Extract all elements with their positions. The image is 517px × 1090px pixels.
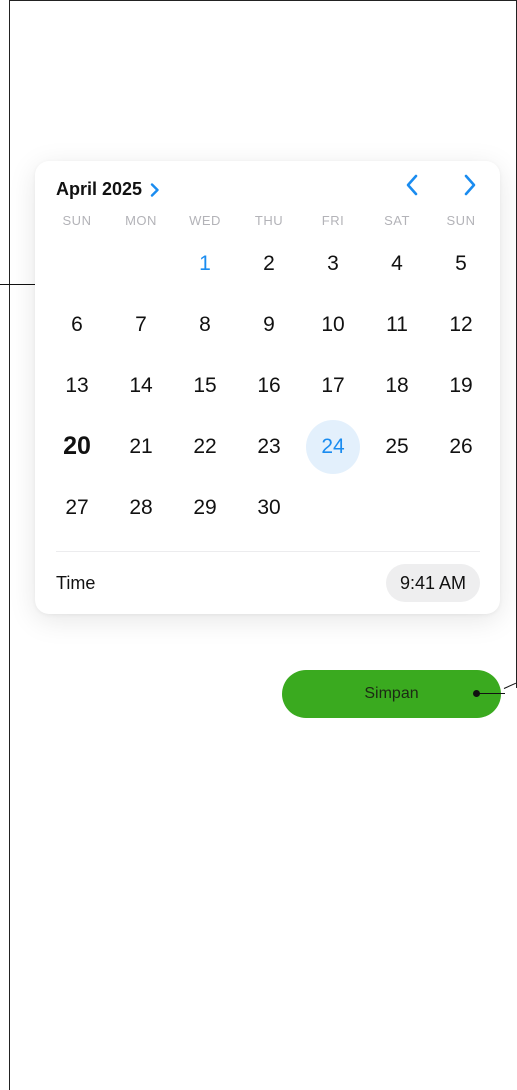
day-number: 4 <box>391 251 403 275</box>
day-cell-19[interactable]: 19 <box>429 355 493 416</box>
day-cell-9[interactable]: 9 <box>237 294 301 355</box>
weekday-label: SUN <box>62 213 92 228</box>
prev-month-button[interactable] <box>398 173 426 201</box>
day-number: 11 <box>386 312 408 336</box>
day-cell-21[interactable]: 21 <box>109 416 173 477</box>
day-number: 25 <box>385 434 409 458</box>
empty-day-cell <box>301 477 365 538</box>
day-number: 29 <box>193 495 217 519</box>
day-number: 9 <box>263 312 275 336</box>
annotation-line-right <box>476 693 505 694</box>
day-cell-29[interactable]: 29 <box>173 477 237 538</box>
day-cell-11[interactable]: 11 <box>365 294 429 355</box>
weekday-header-row: SUN MON WED THU FRI SAT SUN <box>45 213 493 228</box>
day-number: 5 <box>455 251 467 275</box>
day-number: 28 <box>129 495 153 519</box>
day-cell-24[interactable]: 24 <box>301 416 365 477</box>
month-navigation <box>398 173 484 201</box>
device-frame-left-edge <box>9 0 10 1090</box>
day-cell-2[interactable]: 2 <box>237 233 301 294</box>
weekday-label: THU <box>254 213 284 228</box>
day-number: 14 <box>129 373 153 397</box>
weekday-label: WED <box>189 213 221 228</box>
day-number: 2 <box>263 251 275 275</box>
day-cell-18[interactable]: 18 <box>365 355 429 416</box>
save-button[interactable]: Simpan <box>282 670 501 718</box>
day-number: 7 <box>135 312 147 336</box>
day-cell-5[interactable]: 5 <box>429 233 493 294</box>
divider <box>56 551 480 552</box>
day-cell-12[interactable]: 12 <box>429 294 493 355</box>
day-cell-25[interactable]: 25 <box>365 416 429 477</box>
day-number: 24 <box>306 419 360 474</box>
day-cell-15[interactable]: 15 <box>173 355 237 416</box>
day-cell-14[interactable]: 14 <box>109 355 173 416</box>
day-number: 12 <box>449 312 473 336</box>
day-cell-8[interactable]: 8 <box>173 294 237 355</box>
chevron-left-icon <box>405 174 419 201</box>
day-number: 18 <box>385 373 409 397</box>
day-cell-4[interactable]: 4 <box>365 233 429 294</box>
day-number: 19 <box>449 373 473 397</box>
day-number: 27 <box>65 495 89 519</box>
day-cell-3[interactable]: 3 <box>301 233 365 294</box>
day-cell-30[interactable]: 30 <box>237 477 301 538</box>
day-number: 6 <box>71 312 83 336</box>
day-cell-16[interactable]: 16 <box>237 355 301 416</box>
day-number: 20 <box>63 432 91 460</box>
empty-day-cell <box>45 233 109 294</box>
day-cell-10[interactable]: 10 <box>301 294 365 355</box>
date-picker-card: April 2025 SUN MON WED THU FRI SAT SUN 1234567… <box>35 161 500 614</box>
weekday-label: MON <box>125 213 157 228</box>
annotation-line-right-tail <box>503 682 517 689</box>
day-cell-13[interactable]: 13 <box>45 355 109 416</box>
weekday-label: FRI <box>321 213 345 228</box>
day-number: 15 <box>193 373 217 397</box>
day-number: 8 <box>199 312 211 336</box>
day-number: 10 <box>321 312 345 336</box>
day-number: 3 <box>327 251 339 275</box>
day-number: 22 <box>193 434 217 458</box>
day-number: 30 <box>257 495 281 519</box>
day-cell-23[interactable]: 23 <box>237 416 301 477</box>
day-number: 17 <box>321 373 345 397</box>
time-label: Time <box>56 573 96 593</box>
day-cell-20[interactable]: 20 <box>45 416 109 477</box>
day-cell-17[interactable]: 17 <box>301 355 365 416</box>
day-cell-7[interactable]: 7 <box>109 294 173 355</box>
weekday-label: SAT <box>384 213 410 228</box>
month-year-label: April 2025 <box>56 179 143 199</box>
day-number: 21 <box>129 434 153 458</box>
day-cell-26[interactable]: 26 <box>429 416 493 477</box>
weekday-label: SUN <box>446 213 476 228</box>
time-picker-button[interactable]: 9:41 AM <box>385 564 480 602</box>
empty-day-cell <box>109 233 173 294</box>
day-number: 16 <box>257 373 281 397</box>
day-number: 23 <box>257 434 281 458</box>
day-cell-6[interactable]: 6 <box>45 294 109 355</box>
day-cell-1[interactable]: 1 <box>173 233 237 294</box>
day-cell-27[interactable]: 27 <box>45 477 109 538</box>
day-number: 26 <box>449 434 473 458</box>
device-frame-top-edge <box>9 0 517 1</box>
empty-day-cell <box>429 477 493 538</box>
day-number: 1 <box>199 251 211 275</box>
day-grid: 1 2 3 4 5 6 7 8 9 10 11 12 13 14 15 16 17 18 19 20 21 22 23 24 2… <box>45 233 493 538</box>
screen: April 2025 SUN MON WED THU FRI SAT SUN 1234567… <box>0 0 517 1090</box>
chevron-right-icon <box>150 182 160 197</box>
annotation-dot-right <box>473 690 480 697</box>
day-number: 13 <box>65 373 89 397</box>
empty-day-cell <box>365 477 429 538</box>
chevron-right-icon <box>463 174 477 201</box>
day-cell-28[interactable]: 28 <box>109 477 173 538</box>
next-month-button[interactable] <box>456 173 484 201</box>
day-cell-22[interactable]: 22 <box>173 416 237 477</box>
month-year-selector[interactable]: April 2025 <box>56 179 160 200</box>
